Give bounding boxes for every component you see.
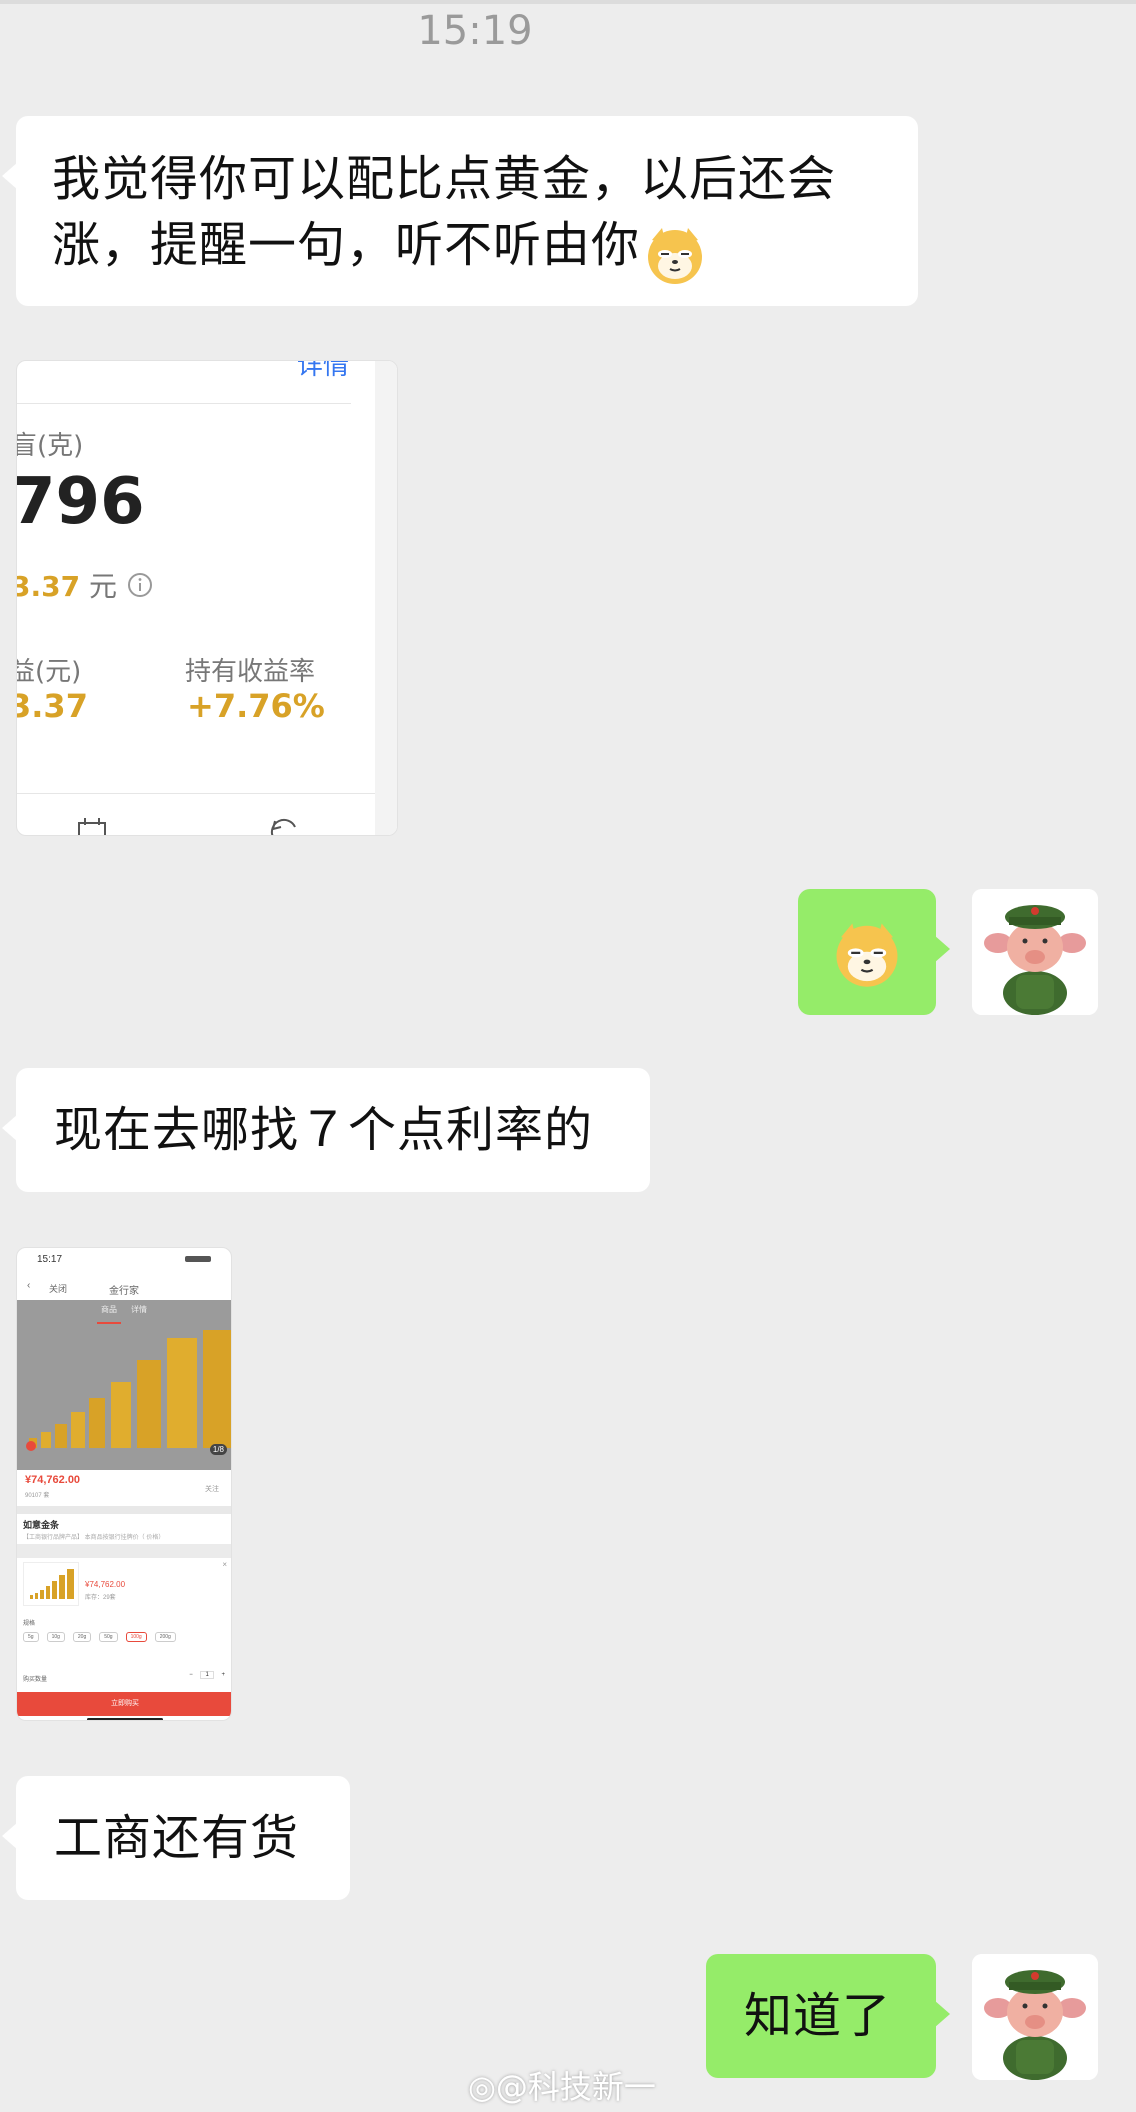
price: ¥74,762.00	[25, 1474, 81, 1486]
plus-icon[interactable]: +	[221, 1672, 225, 1678]
doge-emoji-icon	[644, 224, 706, 290]
gold-holding-screenshot[interactable]: 详情 盲(克) 796 3.37 元 益(元) 3.37 持有收益率 +7.76…	[16, 360, 398, 836]
avatar[interactable]	[972, 889, 1098, 1015]
spec-option[interactable]: 200g	[154, 1632, 176, 1642]
purchase-popup[interactable]: × ¥74,762.00 库存：29套 规格 5g 10g 20g 50g 10…	[17, 1558, 231, 1720]
product-desc: 【工商银行品牌产品】 本商品按银行挂牌价（ 价格）	[23, 1535, 165, 1541]
stock: 90107 套	[25, 1493, 50, 1499]
detail-link[interactable]: 详情	[297, 361, 349, 382]
weibo-logo-icon: ◎	[468, 2068, 496, 2106]
info-icon[interactable]	[126, 571, 154, 606]
pig-soldier-avatar-icon	[972, 889, 1098, 1015]
profit-label: 益(元)	[16, 657, 82, 687]
yesterday-profit-value: 3.37	[16, 570, 81, 603]
quantity-stepper[interactable]: − 1 +	[189, 1671, 225, 1679]
message-text: 现在去哪找７个点利率的	[54, 1102, 594, 1158]
spec-option-selected[interactable]: 100g	[125, 1632, 147, 1642]
spec-option[interactable]: 50g	[99, 1632, 118, 1642]
popup-stock: 库存：29套	[85, 1595, 116, 1601]
return-rate-value: +7.76%	[187, 687, 325, 725]
favorite-button[interactable]: 关注	[205, 1484, 219, 1494]
message-text: 我觉得你可以配比点黄金，以后还会涨，提醒一句，听不听由你	[52, 151, 837, 273]
popup-price: ¥74,762.00	[85, 1580, 126, 1589]
message-bubble-1[interactable]: 我觉得你可以配比点黄金，以后还会涨，提醒一句，听不听由你	[2, 116, 918, 306]
quantity-value: 1	[200, 1671, 214, 1679]
message-bubble-5[interactable]: 工商还有货	[2, 1776, 350, 1900]
quantity-label: 购买数量	[23, 1677, 48, 1683]
home-indicator	[87, 1718, 163, 1720]
back-icon[interactable]: ‹	[27, 1280, 30, 1291]
page-title: 金行家	[109, 1286, 139, 1297]
message-bubble-emoji[interactable]	[798, 889, 950, 1015]
icbc-product-screenshot[interactable]: 15:17 ‹ 关闭 金行家 商品 详情 1/8 ¥74,762.00 9010…	[16, 1247, 232, 1721]
spec-label: 规格	[23, 1621, 36, 1627]
status-time: 15:17	[37, 1254, 63, 1265]
timestamp: 15:19	[417, 8, 533, 54]
holding-value: 796	[16, 465, 145, 539]
return-rate-label: 持有收益率	[185, 657, 316, 687]
product-image: 商品 详情 1/8	[17, 1300, 231, 1470]
divider	[17, 793, 377, 794]
tab-goods[interactable]: 商品	[101, 1304, 117, 1315]
profit-value: 3.37	[16, 687, 88, 725]
refresh-icon	[267, 817, 301, 835]
divider	[17, 403, 351, 404]
close-link[interactable]: 关闭	[49, 1282, 67, 1295]
doge-emoji-icon	[832, 919, 902, 993]
avatar[interactable]	[972, 1954, 1098, 2080]
yesterday-profit-unit: 元	[89, 570, 118, 603]
message-text: 知道了	[744, 1988, 892, 2044]
message-bubble-self[interactable]: 知道了	[706, 1954, 950, 2078]
pig-soldier-avatar-icon	[972, 1954, 1098, 2080]
calendar-icon	[75, 817, 109, 835]
message-bubble-3[interactable]: 现在去哪找７个点利率的	[2, 1068, 650, 1192]
page-indicator: 1/8	[209, 1444, 227, 1455]
popup-thumbnail	[23, 1562, 79, 1606]
top-divider	[0, 0, 1136, 4]
minus-icon[interactable]: −	[189, 1672, 193, 1678]
yesterday-profit-row: 3.37 元	[16, 565, 154, 606]
spec-option[interactable]: 20g	[72, 1632, 92, 1642]
scroll-edge	[375, 361, 397, 835]
popup-close-icon[interactable]: ×	[222, 1560, 227, 1569]
weibo-watermark: ◎@科技新一	[468, 2062, 656, 2108]
gold-bars-illustration-icon	[26, 1330, 231, 1451]
spec-option[interactable]: 10g	[46, 1632, 65, 1642]
product-name: 如意金条	[23, 1520, 60, 1530]
message-text: 工商还有货	[54, 1810, 300, 1866]
tab-detail[interactable]: 详情	[131, 1304, 147, 1315]
watermark-text: @科技新一	[495, 2068, 656, 2106]
spec-options: 5g 10g 20g 50g 100g 200g	[23, 1632, 176, 1642]
buy-now-button[interactable]: 立即购买	[17, 1692, 231, 1716]
holding-label: 盲(克)	[16, 431, 84, 461]
spec-option[interactable]: 5g	[23, 1632, 39, 1642]
divider	[17, 1506, 231, 1514]
battery-icon	[185, 1256, 211, 1262]
